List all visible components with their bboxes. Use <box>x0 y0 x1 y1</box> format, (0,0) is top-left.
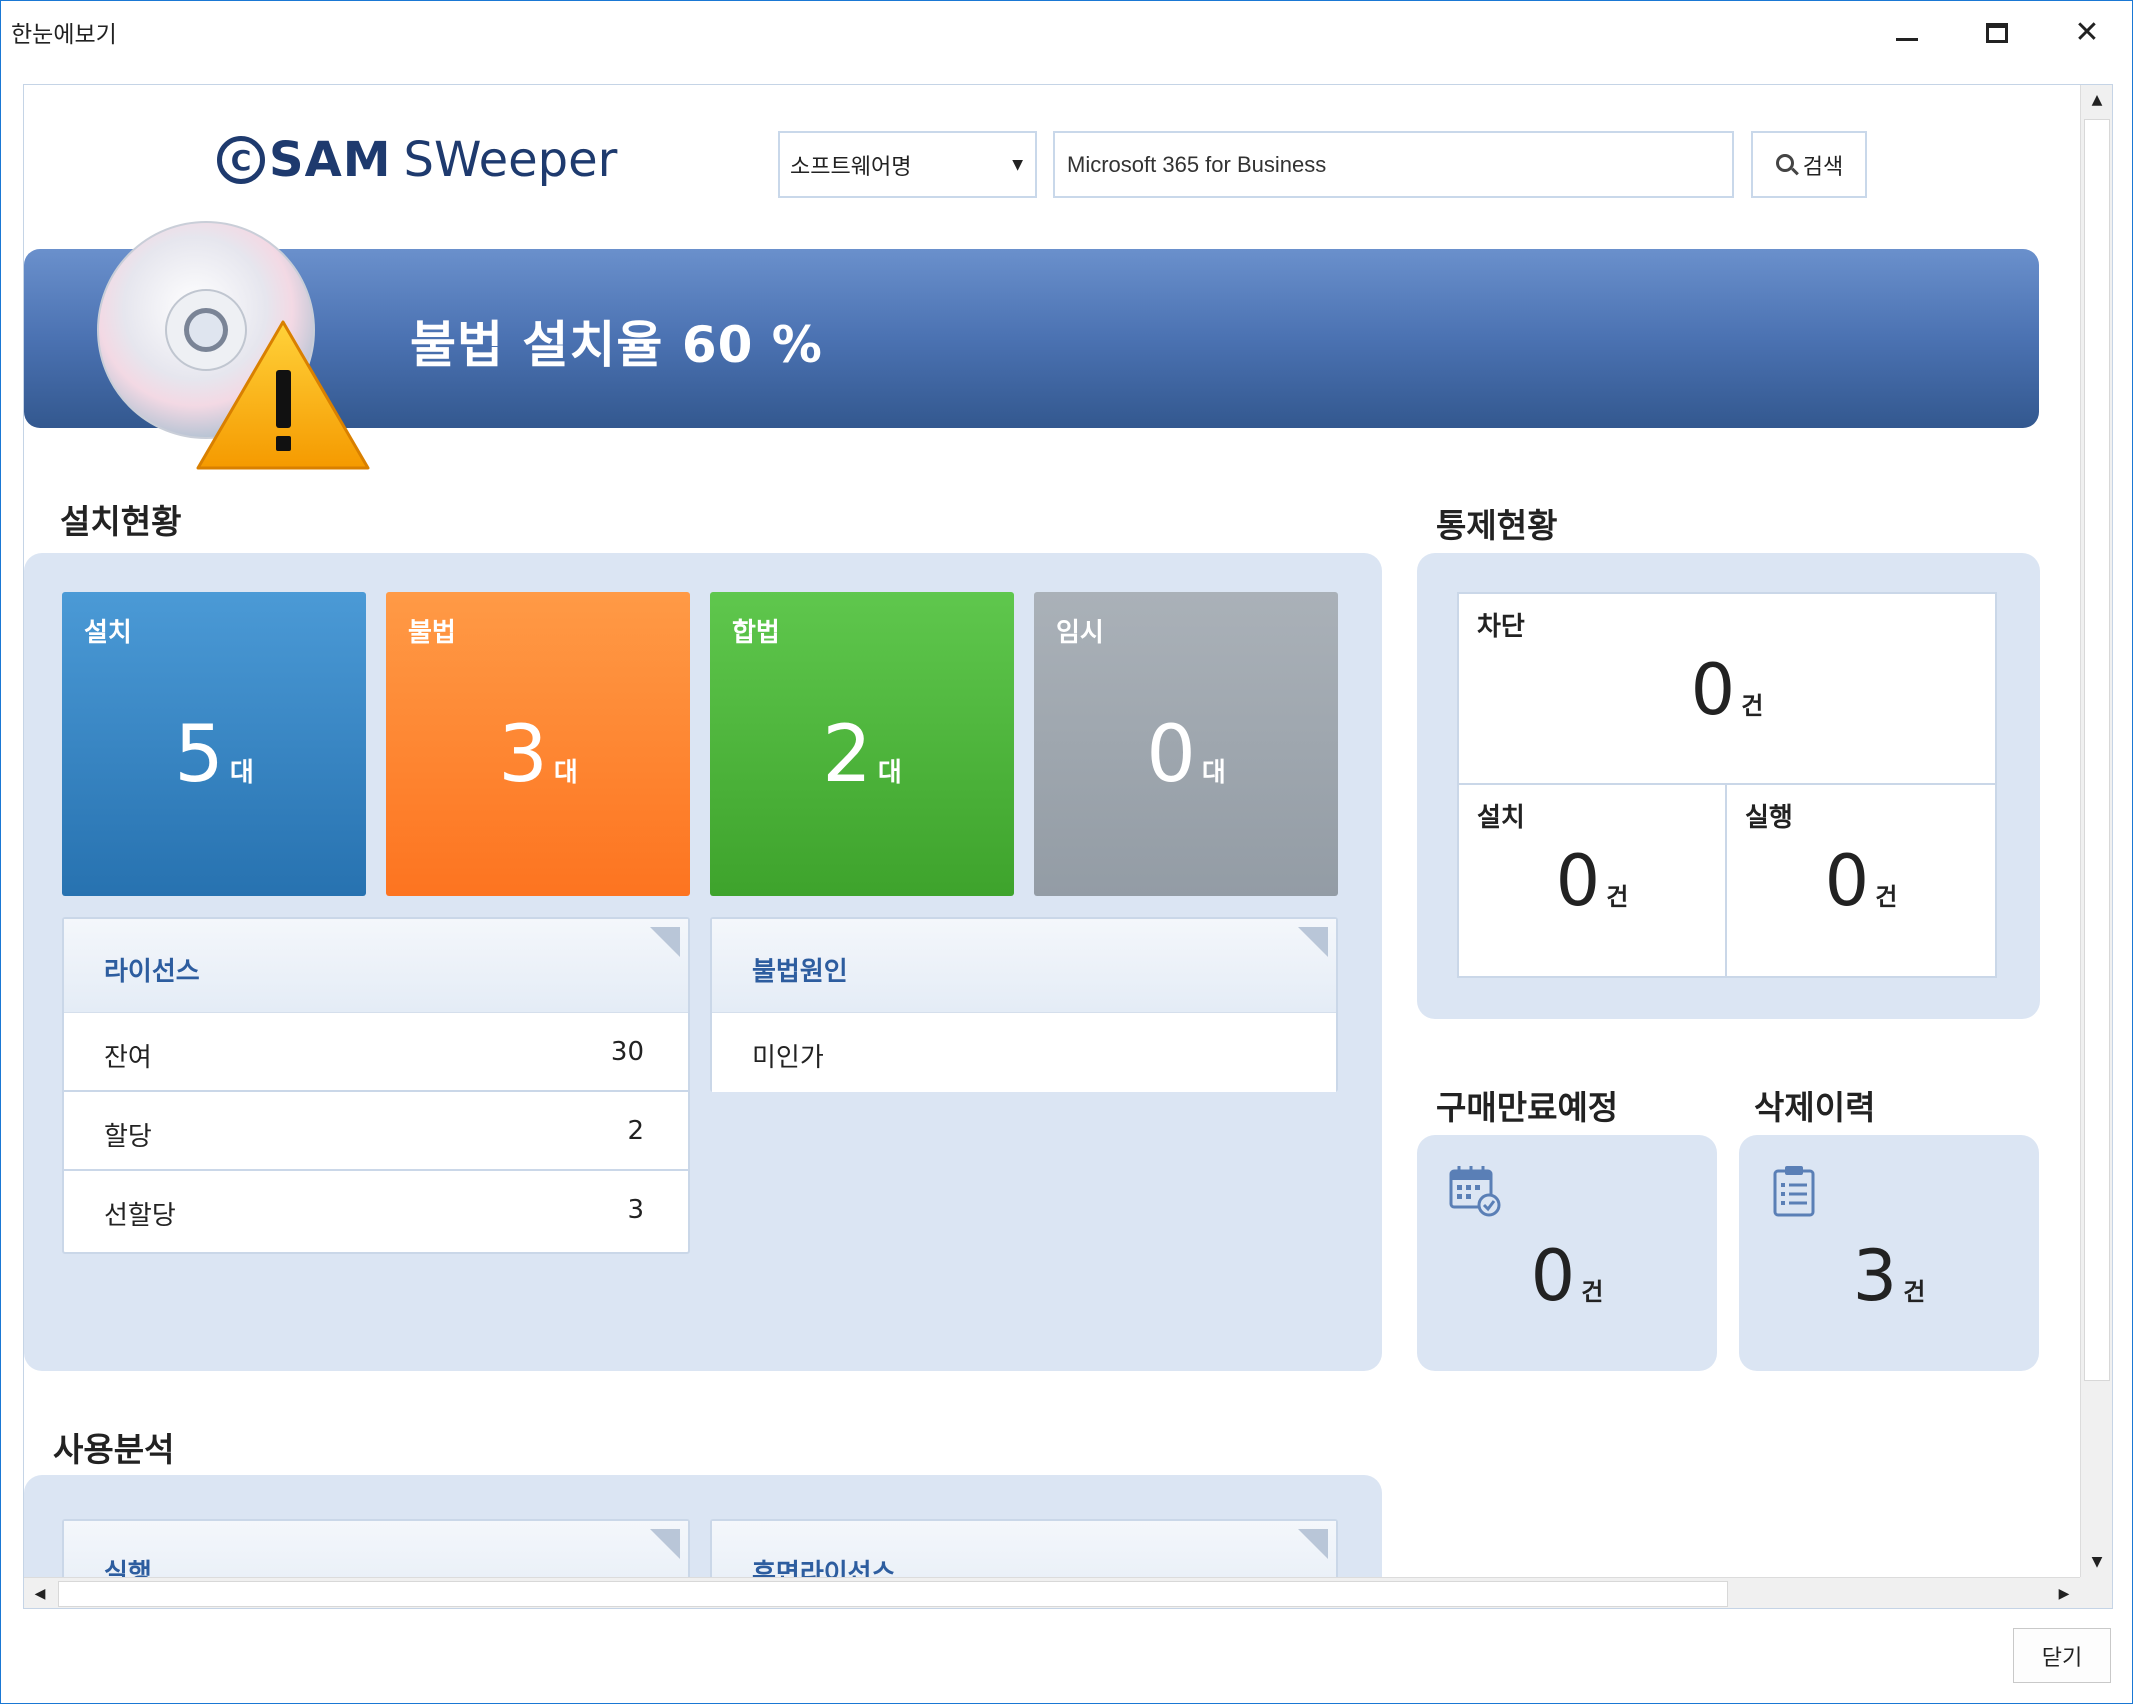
horizontal-scroll-thumb[interactable] <box>58 1581 1728 1607</box>
tile-unit: 대 <box>877 758 902 788</box>
search-button[interactable]: 검색 <box>1751 131 1867 198</box>
install-status-title: 설치현황 <box>60 502 182 541</box>
card-title: 불법원인 <box>752 957 848 987</box>
dormant-license-card[interactable]: 휴면라이선스 <box>710 1519 1338 1577</box>
logo-brand-light: SWeeper <box>403 132 618 188</box>
search-input[interactable]: Microsoft 365 for Business <box>1053 131 1734 198</box>
tile-unit: 대 <box>229 758 254 788</box>
card-title: 휴면라이선스 <box>752 1559 896 1577</box>
deletion-history-title: 삭제이력 <box>1754 1088 1876 1127</box>
row-label: 미인가 <box>752 1043 824 1073</box>
logo-mark: C <box>217 136 265 184</box>
purchase-expiry-title: 구매만료예정 <box>1436 1088 1619 1127</box>
minimize-icon <box>1896 37 1918 41</box>
temporary-tile[interactable]: 임시 0대 <box>1034 592 1338 896</box>
app-logo: C SAM SWeeper <box>217 127 617 193</box>
control-status-title: 통제현황 <box>1436 506 1558 545</box>
count-unit: 건 <box>1606 883 1629 911</box>
row-value: 3 <box>627 1195 644 1225</box>
tile-number: 2 <box>822 710 872 800</box>
count-unit: 건 <box>1741 692 1764 720</box>
run-card[interactable]: 실행 <box>62 1519 690 1577</box>
dropdown-caret-icon: ▼ <box>1012 157 1023 173</box>
tile-label: 합법 <box>732 618 780 648</box>
card-corner-icon <box>650 1529 680 1559</box>
close-icon: ✕ <box>2074 15 2100 50</box>
scroll-area: C SAM SWeeper 소프트웨어명 ▼ Microsoft 365 for… <box>24 85 2080 1577</box>
tile-unit: 대 <box>1201 758 1226 788</box>
search-icon <box>1775 153 1799 177</box>
scrollbar-corner <box>2080 1577 2112 1608</box>
close-button[interactable]: 닫기 <box>2013 1628 2111 1683</box>
scroll-left-icon[interactable]: ◀ <box>24 1578 56 1608</box>
card-corner-icon <box>650 927 680 957</box>
count-unit: 건 <box>1875 883 1898 911</box>
illegal-tile[interactable]: 불법 3대 <box>386 592 690 896</box>
logo-brand-bold: SAM <box>269 132 392 188</box>
tile-label: 임시 <box>1056 618 1104 648</box>
row-label: 선할당 <box>104 1201 176 1231</box>
illegal-rate-title: 불법 설치율 60 % <box>410 316 823 374</box>
row-label: 잔여 <box>104 1043 152 1073</box>
window-title: 한눈에보기 <box>11 22 117 48</box>
scroll-right-icon[interactable]: ▶ <box>2048 1578 2080 1608</box>
purchase-expiry-count: 0 <box>1530 1235 1576 1317</box>
install-tile[interactable]: 설치 5대 <box>62 592 366 896</box>
deletion-history-panel[interactable]: 3건 <box>1739 1135 2039 1371</box>
window-close-button[interactable]: ✕ <box>2047 7 2127 59</box>
maximize-icon <box>1986 23 2008 43</box>
clipboard-list-icon <box>1773 1166 1815 1217</box>
card-corner-icon <box>1298 927 1328 957</box>
install-block-count-box[interactable]: 설치 0건 <box>1457 783 1727 978</box>
search-type-select[interactable]: 소프트웨어명 ▼ <box>778 131 1037 198</box>
tile-label: 설치 <box>84 618 132 648</box>
scroll-down-icon[interactable]: ▼ <box>2081 1547 2112 1577</box>
vertical-scroll-thumb[interactable] <box>2084 119 2110 1381</box>
tile-number: 0 <box>1146 710 1196 800</box>
tile-number: 5 <box>174 710 224 800</box>
table-row: 선할당 3 <box>64 1171 688 1250</box>
row-label: 할당 <box>104 1122 152 1152</box>
illegal-reason-card[interactable]: 불법원인 미인가 <box>710 917 1338 1092</box>
purchase-expiry-panel[interactable]: 0건 <box>1417 1135 1717 1371</box>
deletion-history-count: 3 <box>1852 1235 1898 1317</box>
horizontal-scrollbar[interactable]: ◀ ▶ <box>24 1577 2080 1608</box>
maximize-button[interactable] <box>1957 7 2037 59</box>
card-title: 실행 <box>104 1559 152 1577</box>
install-label: 설치 <box>1477 803 1525 833</box>
count-unit: 건 <box>1903 1278 1926 1306</box>
search-button-label: 검색 <box>1802 154 1844 180</box>
run-count: 0 <box>1824 840 1870 922</box>
license-card[interactable]: 라이선스 잔여 30 할당 2 선할당 3 <box>62 917 690 1254</box>
card-corner-icon <box>1298 1529 1328 1559</box>
disc-warning-icon <box>97 221 370 470</box>
block-count-box[interactable]: 차단 0건 <box>1457 592 1997 785</box>
calendar-check-icon <box>1449 1166 1501 1217</box>
list-item: 미인가 <box>712 1013 1336 1092</box>
card-title: 라이선스 <box>104 957 200 987</box>
row-value: 2 <box>627 1116 644 1146</box>
tile-number: 3 <box>498 710 548 800</box>
scroll-up-icon[interactable]: ▲ <box>2081 85 2112 115</box>
table-row: 잔여 30 <box>64 1013 688 1092</box>
tile-label: 불법 <box>408 618 456 648</box>
tile-unit: 대 <box>553 758 578 788</box>
minimize-button[interactable] <box>1867 7 1947 59</box>
block-count: 0 <box>1690 649 1736 731</box>
usage-analysis-title: 사용분석 <box>53 1430 175 1469</box>
count-unit: 건 <box>1581 1278 1604 1306</box>
install-count: 0 <box>1555 840 1601 922</box>
run-block-count-box[interactable]: 실행 0건 <box>1725 783 1997 978</box>
table-row: 할당 2 <box>64 1092 688 1171</box>
app-window: 한눈에보기 ✕ C SAM SWeeper 소프트웨어명 ▼ Microsoft… <box>0 0 2133 1704</box>
content-frame: C SAM SWeeper 소프트웨어명 ▼ Microsoft 365 for… <box>23 84 2113 1609</box>
legal-tile[interactable]: 합법 2대 <box>710 592 1014 896</box>
block-label: 차단 <box>1477 612 1525 642</box>
search-type-value: 소프트웨어명 <box>790 154 912 180</box>
run-label: 실행 <box>1745 803 1793 833</box>
vertical-scrollbar[interactable]: ▲ ▼ <box>2080 85 2112 1577</box>
row-value: 30 <box>610 1037 644 1067</box>
